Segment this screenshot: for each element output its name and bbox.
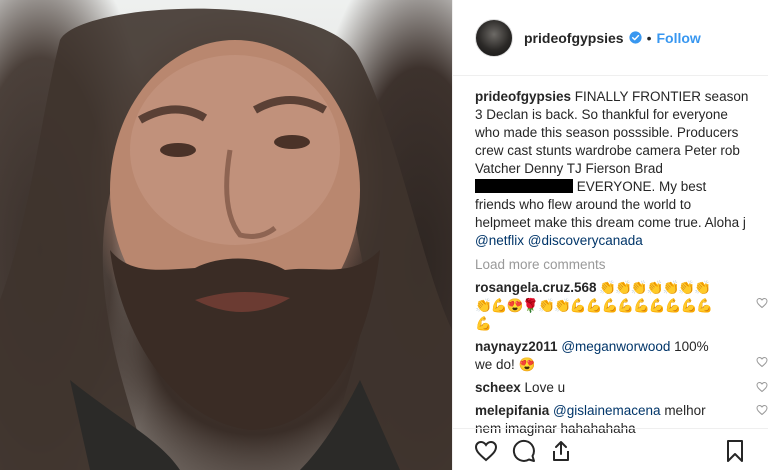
comment-like-heart-icon[interactable] bbox=[756, 297, 768, 309]
action-bar bbox=[453, 428, 768, 470]
load-more-comments[interactable]: Load more comments bbox=[475, 256, 750, 274]
post-photo bbox=[0, 8, 452, 470]
caption: prideofgypsies FINALLY FRONTIER season 3… bbox=[475, 88, 750, 250]
comment-like-heart-icon[interactable] bbox=[756, 381, 768, 393]
caption-mention-netflix[interactable]: @netflix bbox=[475, 233, 524, 248]
post-media[interactable] bbox=[0, 0, 452, 470]
comment-item: scheex Love u bbox=[475, 379, 768, 397]
verified-icon bbox=[629, 31, 642, 44]
comment-text: Love u bbox=[520, 380, 566, 395]
post-header: prideofgypsies • Follow bbox=[453, 0, 768, 76]
comment-username[interactable]: scheex bbox=[475, 380, 521, 395]
comment-mention[interactable]: @meganworwood bbox=[561, 339, 670, 354]
comment-icon[interactable] bbox=[512, 439, 536, 463]
comment-username[interactable]: melepifania bbox=[475, 403, 549, 418]
share-icon[interactable] bbox=[549, 439, 573, 463]
post-side-panel: prideofgypsies • Follow prideofgypsies F… bbox=[452, 0, 768, 470]
header-username[interactable]: prideofgypsies bbox=[524, 30, 624, 46]
avatar[interactable] bbox=[475, 18, 513, 57]
comment-mention[interactable]: @gislainemacena bbox=[553, 403, 661, 418]
comment-item: naynayz2011 @meganworwood 100% we do! 😍 bbox=[475, 338, 768, 374]
comment-like-heart-icon[interactable] bbox=[756, 356, 768, 368]
heart-icon[interactable] bbox=[474, 439, 498, 463]
comment-username[interactable]: naynayz2011 bbox=[475, 339, 558, 354]
comment-like-heart-icon[interactable] bbox=[756, 404, 768, 416]
follow-button[interactable]: Follow bbox=[657, 30, 701, 46]
comment-username[interactable]: rosangela.cruz.568 bbox=[475, 280, 597, 295]
header-separator: • bbox=[646, 29, 652, 46]
comment-item: rosangela.cruz.568 👏👏👏👏👏👏👏👏💪😍🌹👏👏💪💪💪💪💪💪💪💪… bbox=[475, 279, 768, 333]
caption-username[interactable]: prideofgypsies bbox=[475, 89, 571, 104]
bookmark-icon[interactable] bbox=[723, 439, 747, 463]
caption-mention-discovery[interactable]: @discoverycanada bbox=[528, 233, 643, 248]
comments-list: prideofgypsies FINALLY FRONTIER season 3… bbox=[475, 88, 768, 438]
redaction-bar bbox=[475, 179, 573, 193]
